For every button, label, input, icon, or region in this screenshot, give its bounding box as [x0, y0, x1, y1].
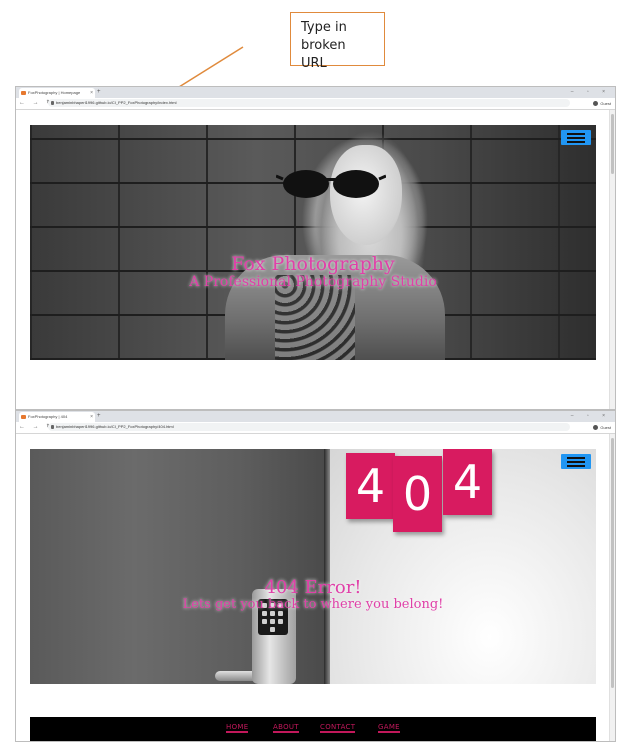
annotation-callout: Type in broken URL	[290, 12, 385, 71]
nav-link-about[interactable]: ABOUT	[273, 723, 299, 733]
browser-window-404: FoxPhotography | 404 × + – ▫ × ← → ↻ ben…	[15, 410, 616, 742]
hero-title: Fox Photography	[231, 253, 395, 275]
browser-tab[interactable]: FoxPhotography | Homepage ×	[19, 88, 95, 98]
nav-link-game[interactable]: GAME	[378, 723, 400, 733]
error-digit-card: 4	[346, 453, 395, 519]
favicon-fox-icon	[21, 415, 26, 419]
address-bar: ← → ↻ benjaminbhaperl1996.github.io/CI_P…	[16, 422, 615, 434]
tab-title: FoxPhotography | Homepage	[28, 90, 81, 95]
scrollbar[interactable]	[609, 110, 615, 409]
url-input[interactable]: benjaminbhaperl1996.github.io/CI_PP2_Fox…	[48, 423, 570, 431]
error-subtitle: Lets get you back to where you belong!	[182, 597, 444, 612]
error-digit-card: 4	[443, 449, 492, 515]
tab-bar: FoxPhotography | Homepage × + – ▫ ×	[16, 87, 615, 98]
nav-link-home[interactable]: HOME	[226, 723, 249, 733]
page-viewport: Fox Photography A Professional Photograp…	[16, 110, 615, 409]
hero-subtitle: A Professional Photography Studio	[189, 274, 437, 290]
profile-button[interactable]: Guest	[593, 422, 611, 433]
new-tab-icon[interactable]: +	[97, 87, 101, 98]
error-hero-image: 4 0 4 404 Error! Lets get you back to wh…	[30, 449, 596, 684]
profile-label: Guest	[600, 425, 611, 430]
avatar-icon	[593, 425, 599, 431]
favicon-fox-icon	[21, 91, 26, 95]
close-tab-icon[interactable]: ×	[90, 88, 93, 98]
hero-image: Fox Photography A Professional Photograp…	[30, 125, 596, 360]
error-title: 404 Error!	[264, 577, 362, 598]
tab-bar: FoxPhotography | 404 × + – ▫ ×	[16, 411, 615, 422]
address-bar: ← → ↻ benjaminbhaperl1996.github.io/CI_P…	[16, 98, 615, 110]
annotation-line2: broken URL	[301, 38, 346, 71]
profile-label: Guest	[600, 101, 611, 106]
hamburger-menu-icon[interactable]	[561, 454, 591, 469]
browser-tab[interactable]: FoxPhotography | 404 ×	[19, 412, 95, 422]
new-tab-icon[interactable]: +	[97, 411, 101, 422]
tab-title: FoxPhotography | 404	[28, 414, 68, 419]
url-text: benjaminbhaperl1996.github.io/CI_PP2_Fox…	[56, 100, 177, 105]
sunglasses-graphic	[276, 170, 386, 198]
window-controls[interactable]: – ▫ ×	[571, 411, 611, 422]
hamburger-menu-icon[interactable]	[561, 130, 591, 145]
annotation-line1: Type in	[301, 20, 347, 35]
url-text: benjaminbhaperl1996.github.io/CI_PP2_Fox…	[56, 424, 174, 429]
scrollbar-thumb[interactable]	[611, 438, 614, 688]
browser-window-homepage: FoxPhotography | Homepage × + – ▫ × ← → …	[15, 86, 616, 410]
nav-link-contact[interactable]: CONTACT	[320, 723, 356, 733]
lock-icon	[51, 101, 54, 105]
footer-nav: HOME ABOUT CONTACT GAME	[30, 717, 596, 741]
scrollbar[interactable]	[609, 434, 615, 741]
close-tab-icon[interactable]: ×	[90, 412, 93, 422]
profile-button[interactable]: Guest	[593, 98, 611, 109]
scrollbar-thumb[interactable]	[611, 114, 614, 174]
error-digit-card: 0	[393, 456, 442, 532]
window-controls[interactable]: – ▫ ×	[571, 87, 611, 98]
url-input[interactable]: benjaminbhaperl1996.github.io/CI_PP2_Fox…	[48, 99, 570, 107]
avatar-icon	[593, 101, 599, 107]
lock-icon	[51, 425, 54, 429]
page-viewport: 4 0 4 404 Error! Lets get you back to wh…	[16, 434, 615, 741]
